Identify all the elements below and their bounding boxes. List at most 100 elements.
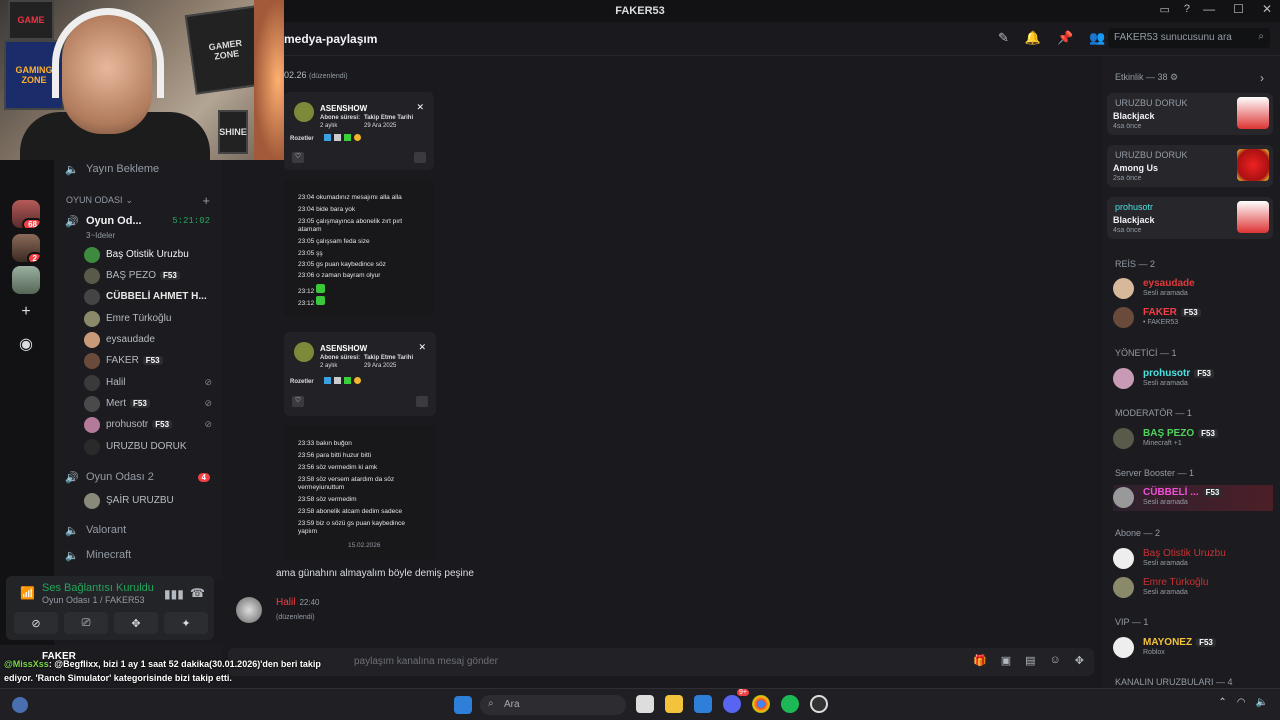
avatar (1113, 487, 1134, 508)
inbox-icon[interactable]: ▭ (1159, 3, 1169, 16)
noise-icon[interactable]: ▮▮▮ (164, 587, 184, 601)
help-icon[interactable]: ? (1184, 3, 1190, 16)
member-item[interactable]: Baş Otistik Uruzbu Sesli aramada (1113, 546, 1273, 572)
alert-mention: @MissXss (4, 659, 49, 669)
role-group-header: Abone — 2 (1115, 528, 1161, 538)
sticker-icon[interactable]: ▤ (1025, 654, 1035, 667)
badge-icon (334, 377, 341, 384)
file-explorer-icon[interactable] (665, 695, 683, 713)
avatar (84, 352, 100, 369)
event-time: 2sa önce (1113, 175, 1142, 182)
avatar (1113, 278, 1134, 299)
server-icon[interactable]: 68 (12, 200, 40, 228)
channel-minecraft[interactable]: 🔈 Minecraft (54, 544, 222, 566)
camera-off-button[interactable]: ⊘ (14, 612, 58, 634)
member-item[interactable]: MAYONEZ F53 Roblox (1113, 635, 1273, 661)
role-group-header: MODERATÖR — 1 (1115, 408, 1192, 418)
server-icon[interactable]: 2 (12, 234, 40, 262)
category-header[interactable]: OYUN ODASI ⌄ + (54, 189, 222, 211)
chrome-icon[interactable] (752, 695, 770, 713)
voice-user[interactable]: CÜBBELİ AHMET H... (84, 286, 222, 307)
member-item[interactable]: BAŞ PEZO F53 Minecraft +1 (1113, 426, 1273, 452)
channel-label: Minecraft (86, 549, 132, 561)
voice-user[interactable]: FAKER F53 (84, 350, 222, 371)
taskbar-search[interactable]: ⌕ Ara (480, 695, 626, 715)
chevron-right-icon[interactable]: › (1260, 71, 1264, 85)
voice-user[interactable]: Mert F53 ⊘ (84, 393, 222, 414)
store-icon[interactable] (694, 695, 712, 713)
chat-area: 02.26 (düzenlendi) ASENSHOW ✕ Abone süre… (222, 56, 1102, 640)
role-group-header: REİS — 2 (1115, 259, 1156, 269)
badge-icon (344, 377, 351, 384)
deafened-icon: ⊘ (204, 419, 212, 429)
add-server-icon[interactable]: + (12, 298, 40, 326)
voice-user[interactable]: Emre Türkoğlu (84, 308, 222, 329)
maximize-button[interactable]: ☐ (1233, 2, 1244, 16)
member-item[interactable]: Emre Türkoğlu Sesli aramada (1113, 575, 1273, 601)
pin-icon[interactable]: 📌 (1057, 30, 1073, 46)
voice-user[interactable]: prohusotr F53 ⊘ (84, 414, 222, 435)
server-icon[interactable] (12, 266, 40, 294)
voice-user[interactable]: Halil ⊘ (84, 372, 222, 393)
channel-oyun-odasi-1[interactable]: 🔊 Oyun Od... 5:21:02 (54, 210, 222, 232)
soundboard-button[interactable]: ✦ (164, 612, 208, 634)
card-badges-label: Rozetler (290, 136, 314, 142)
bell-icon[interactable]: 🔔 (1025, 30, 1041, 46)
emoji-icon[interactable]: ☺ (1050, 654, 1061, 667)
wifi-icon[interactable]: ◠ (1237, 697, 1246, 708)
screen-share-button[interactable]: ⎚ (64, 612, 108, 634)
headset (52, 8, 164, 98)
member-item[interactable]: CÜBBELİ ... F53 Sesli aramada (1113, 485, 1273, 511)
voice-user[interactable]: Baş Otistik Uruzbu (84, 244, 222, 265)
minimize-button[interactable]: — (1203, 2, 1215, 16)
member-item[interactable]: eysaudade Sesli aramada (1113, 276, 1273, 302)
member-item[interactable]: prohusotr F53 Sesli aramada (1113, 366, 1273, 392)
gift-icon[interactable]: 🎁 (973, 654, 987, 667)
weather-icon[interactable] (12, 697, 28, 713)
volume-icon[interactable]: 🔈 (1256, 697, 1268, 708)
obs-icon[interactable] (810, 695, 828, 713)
member-item[interactable]: FAKER F53 • FAKER53 (1113, 305, 1273, 331)
avatar[interactable] (236, 597, 262, 623)
search-icon: ⌕ (1258, 31, 1264, 42)
channel-valorant[interactable]: 🔈 Valorant (54, 519, 222, 541)
search-input[interactable]: FAKER53 sunucusunu ara ⌕ (1108, 28, 1270, 48)
event-card[interactable]: URUZBU DORUK Blackjack 4sa önce (1107, 93, 1273, 135)
voice-user[interactable]: eysaudade (84, 329, 222, 350)
badge-icon (324, 377, 331, 384)
voice-user[interactable]: ŞAİR URUZBU (84, 490, 222, 511)
deafened-icon: ⊘ (204, 377, 212, 387)
role-group-header: KANALIN URUZBULARI — 4 (1115, 677, 1233, 687)
neon-light (254, 0, 284, 160)
voice-user[interactable]: URUZBU DORUK (84, 436, 222, 457)
card-badges-label: Rozetler (290, 379, 314, 385)
taskbar: ⌕ Ara 9+ ⌃ ◠ 🔈 (0, 688, 1280, 720)
channel-stream-wait[interactable]: 🔈 Yayın Bekleme (54, 158, 222, 180)
disconnect-icon[interactable]: ☎ (190, 586, 205, 600)
start-icon[interactable] (454, 696, 472, 714)
add-channel-icon[interactable]: + (202, 193, 210, 208)
event-card[interactable]: URUZBU DORUK Among Us 2sa önce (1107, 145, 1273, 187)
voice-user[interactable]: BAŞ PEZO F53 (84, 265, 222, 286)
channel-oyun-odasi-2[interactable]: 🔊 Oyun Odası 2 4 (54, 466, 222, 488)
tray-chevron-icon[interactable]: ⌃ (1218, 697, 1226, 708)
channel-label: Valorant (86, 524, 127, 536)
members-icon[interactable]: 👥 (1089, 30, 1105, 46)
activities-button[interactable]: ✥ (114, 612, 158, 634)
close-button[interactable]: ✕ (1262, 2, 1272, 16)
explore-icon[interactable]: ◉ (12, 330, 40, 358)
apps-icon[interactable]: ✥ (1075, 654, 1084, 667)
gif-icon[interactable]: ▣ (1001, 654, 1011, 667)
profile-card: ASENSHOW ✕ Abone süresi: 2 aylık Takip E… (284, 92, 434, 170)
spotify-icon[interactable] (781, 695, 799, 713)
chevron-down-icon: ⌄ (125, 194, 134, 205)
discord-icon[interactable]: 9+ (723, 689, 749, 713)
threads-icon[interactable]: ✎ (998, 30, 1009, 46)
emote-icon (316, 296, 326, 305)
task-view-icon[interactable] (636, 695, 654, 713)
event-card[interactable]: prohusotr Blackjack 4sa önce (1107, 197, 1273, 239)
avatar (84, 416, 100, 433)
card-value: 29 Ara 2025 (364, 363, 397, 369)
message-author[interactable]: Halil 22:40 (276, 597, 319, 608)
emote-icon (316, 284, 326, 293)
